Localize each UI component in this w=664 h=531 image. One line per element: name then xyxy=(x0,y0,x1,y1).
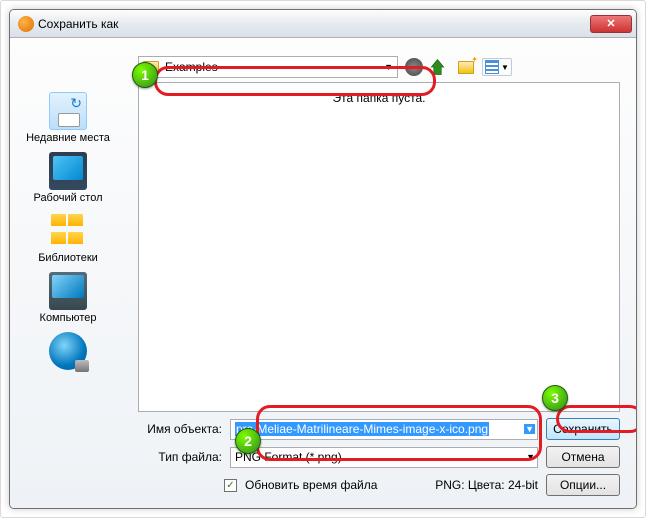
back-button[interactable]: ← xyxy=(404,57,424,77)
app-icon xyxy=(18,16,34,32)
cancel-button[interactable]: Отмена xyxy=(546,446,620,468)
chevron-down-icon: ▼ xyxy=(501,63,509,72)
filename-label: Имя объекта: xyxy=(138,422,222,436)
sidebar-item-desktop[interactable]: Рабочий стол xyxy=(18,150,118,206)
sidebar-label: Компьютер xyxy=(40,312,97,324)
chevron-down-icon: ▼ xyxy=(526,452,535,462)
recent-places-icon xyxy=(49,92,87,130)
folder-icon xyxy=(143,61,159,74)
sidebar-label: Рабочий стол xyxy=(33,192,102,204)
grid-icon xyxy=(485,60,499,74)
libraries-icon xyxy=(49,212,87,250)
places-sidebar: Недавние места Рабочий стол Библиотеки К… xyxy=(18,82,118,412)
sidebar-item-libraries[interactable]: Библиотеки xyxy=(18,210,118,266)
location-dropdown[interactable]: Examples ▼ xyxy=(138,56,398,78)
view-mode-button[interactable]: ▼ xyxy=(482,58,512,76)
location-name: Examples xyxy=(165,60,218,74)
window-title: Сохранить как xyxy=(38,17,590,31)
empty-folder-message: Эта папка пуста. xyxy=(333,91,426,105)
network-icon xyxy=(49,332,87,370)
new-folder-button[interactable]: ✦ xyxy=(456,57,476,77)
save-button[interactable]: Сохранить xyxy=(546,418,620,440)
sidebar-item-recent[interactable]: Недавние места xyxy=(18,90,118,146)
sidebar-item-computer[interactable]: Компьютер xyxy=(18,270,118,326)
computer-icon xyxy=(49,272,87,310)
filetype-label: Тип файла: xyxy=(138,450,222,464)
filename-value: pra-Meliae-Matrilineare-Mimes-image-x-ic… xyxy=(235,422,489,436)
chevron-down-icon: ▼ xyxy=(384,62,393,72)
up-button[interactable] xyxy=(430,57,450,77)
sidebar-label: Недавние места xyxy=(26,132,110,144)
filename-input[interactable]: pra-Meliae-Matrilineare-Mimes-image-x-ic… xyxy=(230,419,538,440)
file-list[interactable]: Эта папка пуста. xyxy=(138,82,620,412)
filetype-dropdown[interactable]: PNG Format (*.png) ▼ xyxy=(230,447,538,468)
checkbox-label: Обновить время файла xyxy=(245,478,377,492)
format-status: PNG: Цвета: 24-bit xyxy=(435,478,538,492)
save-as-dialog: Сохранить как ✕ Examples ▼ ← ✦ ▼ xyxy=(9,9,637,509)
sparkle-icon: ✦ xyxy=(471,55,478,64)
close-button[interactable]: ✕ xyxy=(590,15,632,33)
titlebar: Сохранить как ✕ xyxy=(10,10,636,38)
up-arrow-icon xyxy=(430,57,450,77)
sidebar-label: Библиотеки xyxy=(38,252,98,264)
filetype-value: PNG Format (*.png) xyxy=(235,450,342,464)
desktop-icon xyxy=(49,152,87,190)
chevron-down-icon: ▼ xyxy=(524,424,535,434)
update-time-checkbox[interactable]: ✓ xyxy=(224,479,237,492)
sidebar-item-network[interactable] xyxy=(18,330,118,374)
options-button[interactable]: Опции... xyxy=(546,474,620,496)
